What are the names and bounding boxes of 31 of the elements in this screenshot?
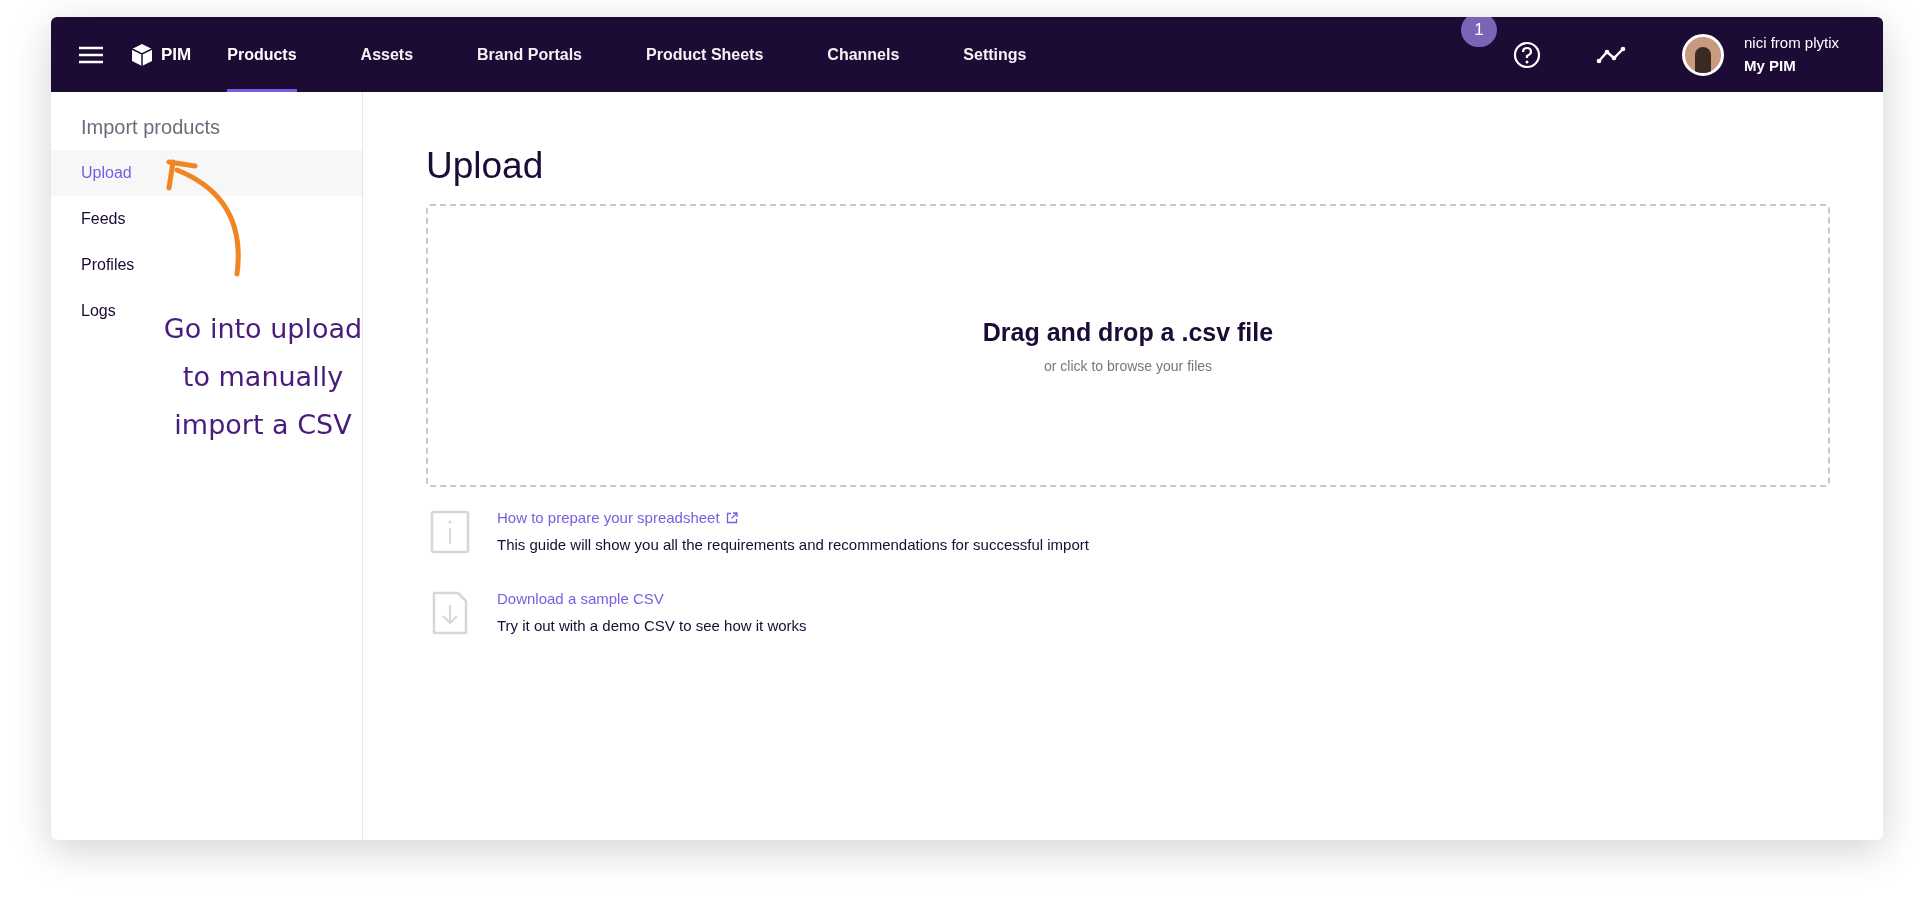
external-link-icon xyxy=(725,512,738,525)
nav-tab[interactable]: Assets xyxy=(360,17,414,92)
dropzone-heading: Drag and drop a .csv file xyxy=(982,317,1274,349)
app-name: PIM xyxy=(161,43,192,66)
help-icon[interactable] xyxy=(1512,40,1541,69)
info-icon xyxy=(430,509,470,554)
resource-link[interactable]: Download a sample CSV xyxy=(497,588,664,611)
nav-tab[interactable]: Products xyxy=(227,17,297,92)
resource-description: This guide will show you all the requirements and recommendations for successful import xyxy=(497,534,1089,555)
resource-link[interactable]: How to prepare your spreadsheet xyxy=(497,507,720,530)
file-dropzone[interactable]: Drag and drop a .csv file or click to browse your files xyxy=(426,204,1830,487)
account-name: My PIM xyxy=(1743,56,1797,76)
sidebar-item[interactable]: Upload xyxy=(51,150,362,196)
sidebar-item[interactable]: Feeds xyxy=(81,196,126,242)
nav-tab[interactable]: Brand Portals xyxy=(477,17,582,92)
sidebar-item[interactable]: Logs xyxy=(81,288,116,334)
sidebar-title: Import products xyxy=(80,115,221,140)
cube-icon xyxy=(131,42,153,67)
annotation-text: Go into upload to manually import a CSV xyxy=(162,312,364,442)
nav-tab[interactable]: Channels xyxy=(827,17,900,92)
sidebar-item[interactable]: Profiles xyxy=(81,242,135,288)
dropzone-hint: or click to browse your files xyxy=(1043,356,1213,376)
user-avatar[interactable] xyxy=(1681,33,1724,76)
notification-badge: 1 xyxy=(1460,17,1497,47)
activity-chart-icon[interactable] xyxy=(1595,45,1626,64)
menu-icon[interactable] xyxy=(79,45,103,64)
page-title: Upload xyxy=(426,147,545,184)
user-name: nici from plytix xyxy=(1743,33,1839,53)
nav-tab[interactable]: Product Sheets xyxy=(646,17,764,92)
resource-description: Try it out with a demo CSV to see how it works xyxy=(497,615,807,636)
nav-tab[interactable]: Settings xyxy=(963,17,1027,92)
